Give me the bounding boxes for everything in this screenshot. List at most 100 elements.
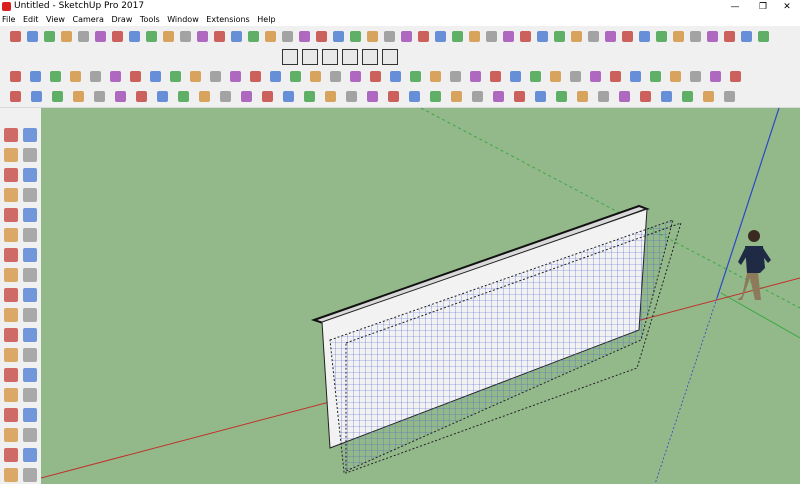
rotate-tool-icon[interactable]	[4, 288, 18, 302]
paint-tool-icon[interactable]	[70, 71, 81, 82]
drawing-viewport[interactable]	[41, 108, 800, 484]
textured-style-icon[interactable]	[190, 71, 201, 82]
export-2d-icon[interactable]	[661, 91, 672, 102]
jitter-icon[interactable]	[157, 91, 168, 102]
text-tool-icon[interactable]	[282, 31, 293, 42]
intersect-tool-icon[interactable]	[690, 31, 701, 42]
menu-file[interactable]: File	[2, 15, 15, 24]
date-settings-icon[interactable]	[598, 91, 609, 102]
line-tool-icon[interactable]	[4, 168, 18, 182]
move-tool-icon[interactable]	[78, 31, 89, 42]
orbit-tool-icon[interactable]	[10, 31, 21, 42]
look-around-tool-icon[interactable]	[23, 448, 37, 462]
sandbox-stamp-icon[interactable]	[290, 71, 301, 82]
close-button[interactable]: ✕	[774, 0, 800, 14]
watermark-icon[interactable]	[220, 91, 231, 102]
minimize-button[interactable]: —	[722, 0, 748, 14]
solid-union-tool-icon[interactable]	[605, 31, 616, 42]
tape-tool-icon[interactable]	[4, 328, 18, 342]
3d-text-tool-icon[interactable]	[316, 31, 327, 42]
scale-tool-icon[interactable]	[4, 308, 18, 322]
sandbox-tool-icon[interactable]	[707, 31, 718, 42]
rotated-rect-tool-icon[interactable]	[23, 188, 37, 202]
restore-button[interactable]: ❐	[750, 0, 776, 14]
protractor-tool-icon[interactable]	[265, 31, 276, 42]
zoom-extents-tool-icon[interactable]	[4, 428, 18, 442]
two-point-arc-tool-icon[interactable]	[23, 228, 37, 242]
hidden-geometry-icon[interactable]	[367, 91, 378, 102]
zoom-window-tool-icon[interactable]	[23, 408, 37, 422]
xray-style-icon[interactable]	[90, 71, 101, 82]
scale-tool-icon[interactable]	[112, 31, 123, 42]
send-layout-icon[interactable]	[724, 91, 735, 102]
share-model-icon[interactable]	[550, 71, 561, 82]
model-info-icon[interactable]	[430, 71, 441, 82]
back-view-icon[interactable]	[362, 49, 378, 65]
color-by-axis-icon[interactable]	[199, 91, 210, 102]
pan-tool-icon[interactable]	[23, 388, 37, 402]
protractor-tool-icon[interactable]	[4, 348, 18, 362]
menu-tools[interactable]: Tools	[140, 15, 160, 24]
monochrome-style-icon[interactable]	[210, 71, 221, 82]
eraser-tool-icon[interactable]	[214, 31, 225, 42]
text-tool-icon[interactable]	[23, 348, 37, 362]
solid-split-tool-icon[interactable]	[656, 31, 667, 42]
tape-guide-icon[interactable]	[430, 91, 441, 102]
pie-tool-icon[interactable]	[23, 248, 37, 262]
background-icon[interactable]	[262, 91, 273, 102]
offset-tool-icon[interactable]	[61, 31, 72, 42]
shadows-toggle-icon[interactable]	[470, 71, 481, 82]
layout-send-icon[interactable]	[570, 71, 581, 82]
sandbox-drape-icon[interactable]	[310, 71, 321, 82]
zoom-tool-icon[interactable]	[4, 408, 18, 422]
menu-extensions[interactable]: Extensions	[206, 15, 249, 24]
rectangle-tool-icon[interactable]	[4, 188, 18, 202]
section-tool-icon[interactable]	[180, 31, 191, 42]
guides-display-icon[interactable]	[388, 91, 399, 102]
extension-style-icon[interactable]	[115, 91, 126, 102]
next-view-tool-icon[interactable]	[537, 31, 548, 42]
edge-style-icon[interactable]	[31, 91, 42, 102]
back-edges-style-icon[interactable]	[110, 71, 121, 82]
zoom-window-tool-icon[interactable]	[486, 31, 497, 42]
render-settings-icon[interactable]	[640, 91, 651, 102]
zoom-tool-icon[interactable]	[469, 31, 480, 42]
orbit-tool-icon[interactable]	[4, 388, 18, 402]
move-tool-icon[interactable]	[4, 268, 18, 282]
follow-me-tool-icon[interactable]	[44, 31, 55, 42]
sky-icon[interactable]	[283, 91, 294, 102]
menu-camera[interactable]: Camera	[73, 15, 104, 24]
freehand-tool-icon[interactable]	[418, 31, 429, 42]
stamp-tool-icon[interactable]	[741, 31, 752, 42]
push-pull-tool-icon[interactable]	[23, 268, 37, 282]
solid-trim-tool-icon[interactable]	[639, 31, 650, 42]
dimension-tool-icon[interactable]	[248, 31, 259, 42]
dimension-tool-icon[interactable]	[23, 328, 37, 342]
section-cut-icon[interactable]	[390, 71, 401, 82]
look-around-tool-icon[interactable]	[571, 31, 582, 42]
3d-warehouse-icon[interactable]	[510, 71, 521, 82]
circle-tool-icon[interactable]	[367, 31, 378, 42]
three-point-arc-tool-icon[interactable]	[4, 248, 18, 262]
3d-text-tool-icon[interactable]	[23, 368, 37, 382]
styles-panel-icon[interactable]	[590, 71, 601, 82]
depth-cue-icon[interactable]	[94, 91, 105, 102]
export-3d-icon[interactable]	[682, 91, 693, 102]
walk-tool-icon[interactable]	[554, 31, 565, 42]
polygon-tool-icon[interactable]	[23, 208, 37, 222]
section-fill-icon[interactable]	[410, 71, 421, 82]
position-camera-tool-icon[interactable]	[588, 31, 599, 42]
polygon-tool-icon[interactable]	[384, 31, 395, 42]
select-tool-icon[interactable]	[10, 71, 21, 82]
sandbox-flip-icon[interactable]	[350, 71, 361, 82]
component-tool-icon[interactable]	[146, 31, 157, 42]
left-view-icon[interactable]	[382, 49, 398, 65]
component-attributes-icon[interactable]	[730, 71, 741, 82]
make-component-tool-icon[interactable]	[23, 128, 37, 142]
zoom-extents-tool-icon[interactable]	[503, 31, 514, 42]
section-tool-icon[interactable]	[23, 428, 37, 442]
large-tool-set-icon[interactable]	[10, 91, 21, 102]
iso-view-icon[interactable]	[282, 49, 298, 65]
rotated-rect-tool-icon[interactable]	[452, 31, 463, 42]
dynamic-component-icon[interactable]	[670, 71, 681, 82]
